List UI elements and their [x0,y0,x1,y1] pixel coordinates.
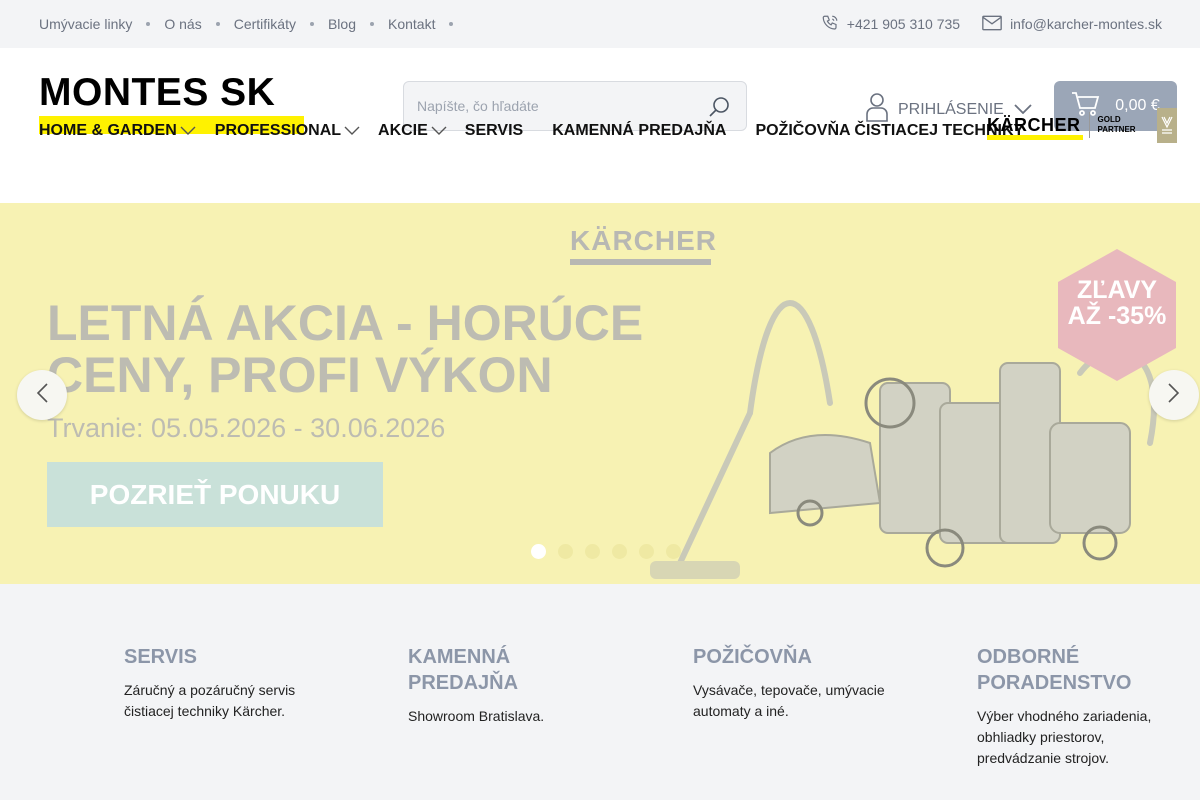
nav-item-akcie[interactable]: AKCIE [378,122,447,140]
separator-dot [215,22,220,26]
nav-label: POŽIČOVŇA ČISTIACEJ TECHNIKY [755,122,1025,139]
feature-text: Showroom Bratislava. [408,708,545,724]
feature-title: SERVIS [124,646,197,668]
email-link[interactable]: info@karcher-montes.sk [982,15,1162,34]
chevron-right-icon [1168,382,1180,408]
nav-item-pozicovna[interactable]: POŽIČOVŇA ČISTIACEJ TECHNIKY [755,122,1024,140]
separator-dot [309,22,314,26]
slider-dot[interactable] [585,544,600,559]
nav-label: KAMENNÁ PREDAJŇA [552,122,727,139]
mail-icon [982,15,1002,34]
feature-servis[interactable]: SERVIS Záručný a pozáručný servis čistia… [124,644,334,722]
top-link-kontakt[interactable]: Kontakt [388,16,435,32]
slider-dot[interactable] [639,544,654,559]
separator-dot [369,22,374,26]
slider-dots [531,544,681,559]
top-link-o-nas[interactable]: O nás [164,16,201,32]
phone-icon [821,14,839,35]
feature-text: Výber vhodného zariadenia, obhliadky pri… [977,708,1152,766]
karcher-gold-partner-logo: KÄRCHER GOLD PARTNER [987,106,1177,144]
top-link-certifikaty[interactable]: Certifikáty [234,16,296,32]
top-link-blog[interactable]: Blog [328,16,356,32]
features-section: SERVIS Záručný a pozáručný servis čistia… [0,584,1200,800]
feature-kamenna-predajna[interactable]: KAMENNÁ PREDAJŇA Showroom Bratislava. [408,644,618,727]
hero-subtitle: Trvanie: 05.05.2026 - 30.06.2026 [47,413,446,443]
slider-dot[interactable] [531,544,546,559]
slider-dot[interactable] [612,544,627,559]
nav-label: SERVIS [464,122,524,139]
nav-item-professional[interactable]: PROFESSIONAL [215,122,360,140]
main-nav: HOME & GARDEN PROFESSIONAL AKCIE SERVIS … [39,108,1024,154]
hero-title: LETNÁ AKCIA - HORÚCE CENY, PROFI VÝKON [47,295,644,403]
gold-seal-icon [1157,107,1177,143]
hero-cta-button[interactable]: POZRIEŤ PONUKU [47,462,383,527]
slider-prev-button[interactable] [17,370,67,420]
karcher-brand: KÄRCHER [987,114,1083,140]
feature-text: Vysávače, tepovače, umývacie automaty a … [693,682,885,719]
top-links: Umývacie linky O nás Certifikáty Blog Ko… [39,16,467,32]
feature-title: POŽIČOVŇA [693,646,812,668]
phone-number: +421 905 310 735 [846,16,961,32]
feature-text: Záručný a pozáručný servis čistiacej tec… [124,682,296,719]
divider [1088,112,1090,138]
feature-odborne-poradenstvo[interactable]: ODBORNÉ PORADENSTVO Výber vhodného zaria… [977,644,1187,769]
separator-dot [146,22,151,26]
chevron-down-icon [431,122,447,140]
chevron-down-icon [180,122,196,140]
discount-badge-text: ZĽAVY AŽ -35% [1067,276,1167,330]
discount-badge: ZĽAVY AŽ -35% [1058,249,1176,381]
hero-brand: KÄRCHER [570,225,717,265]
feature-title: ODBORNÉ PORADENSTVO [977,646,1132,694]
slider-dot[interactable] [666,544,681,559]
feature-title: KAMENNÁ PREDAJŇA [408,646,519,694]
feature-pozicovna[interactable]: POŽIČOVŇA Vysávače, tepovače, umývacie a… [693,644,903,722]
nav-item-home-garden[interactable]: HOME & GARDEN [39,122,196,140]
hero-slider: KÄRCHER LETNÁ AKCIA - HORÚCE CENY, PROFI… [0,203,1200,584]
email-address: info@karcher-montes.sk [1010,16,1162,32]
phone-link[interactable]: +421 905 310 735 [821,14,960,35]
slider-next-button[interactable] [1149,370,1199,420]
top-link-umyvacie-linky[interactable]: Umývacie linky [39,16,132,32]
gold-partner-label: GOLD PARTNER [1097,115,1136,134]
nav-label: HOME & GARDEN [39,122,177,139]
nav-label: AKCIE [378,122,428,139]
logo-text: MONTES SK [39,71,276,114]
top-bar: Umývacie linky O nás Certifikáty Blog Ko… [0,0,1200,48]
contacts: +421 905 310 735 info@karcher-montes.sk [821,14,1162,35]
separator-dot [449,22,454,26]
chevron-down-icon [344,122,360,140]
nav-label: PROFESSIONAL [214,122,342,139]
nav-item-servis[interactable]: SERVIS [465,122,523,140]
nav-item-kamenna-predajna[interactable]: KAMENNÁ PREDAJŇA [552,122,726,140]
slider-dot[interactable] [558,544,573,559]
chevron-left-icon [36,382,48,408]
